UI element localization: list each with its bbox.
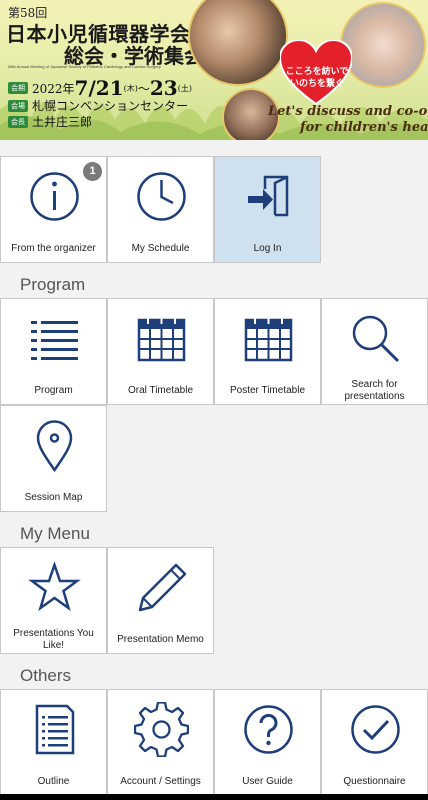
slogan-line1: Let's discuss and co-operate: [268, 104, 428, 119]
document-icon: [35, 704, 75, 755]
oral-timetable-tile[interactable]: Oral Timetable: [107, 298, 214, 405]
president-name: 土井庄三郎: [32, 115, 93, 129]
president-tag: 会長: [8, 115, 28, 128]
date-end-dow: (土): [177, 83, 192, 93]
list-icon: [31, 321, 78, 360]
map-pin-icon: [36, 420, 73, 473]
tile-label: Presentation Memo: [117, 634, 204, 645]
outline-tile[interactable]: Outline: [0, 689, 107, 796]
president-row: 会長 土井庄三郎: [8, 113, 92, 130]
calendar-icon: [137, 316, 186, 362]
section-heading-others: Others: [20, 666, 72, 685]
tile-label: Account / Settings: [120, 776, 201, 787]
slogan-line2: for children's heart: [300, 120, 428, 135]
tile-label: Session Map: [24, 492, 83, 503]
date-start-dow: (木): [123, 83, 138, 93]
help-icon: [244, 705, 293, 754]
heart-message: こころを紡いで いのちを繋ぐ: [282, 66, 352, 90]
notification-badge: 1: [83, 162, 102, 181]
log-in-tile[interactable]: Log In: [214, 156, 321, 263]
from-the-organizer-tile[interactable]: 1 From the organizer: [0, 156, 107, 263]
user-guide-tile[interactable]: User Guide: [214, 689, 321, 796]
tile-label: User Guide: [242, 776, 293, 787]
heart-message-line1: こころを紡いで: [285, 67, 349, 77]
venue-tag: 会場: [8, 99, 28, 112]
calendar-icon: [244, 316, 293, 362]
date-separator: ～: [137, 81, 150, 96]
tile-label: My Schedule: [131, 243, 190, 254]
program-tile[interactable]: Program: [0, 298, 107, 405]
presentations-you-like-tile[interactable]: Presentations You Like!: [0, 547, 107, 654]
login-icon: [248, 175, 289, 217]
my-schedule-tile[interactable]: My Schedule: [107, 156, 214, 263]
system-navigation-bar: [0, 794, 428, 800]
account-settings-tile[interactable]: Account / Settings: [107, 689, 214, 796]
tile-label: Log In: [253, 243, 282, 254]
gear-icon: [134, 702, 189, 757]
tile-label: Poster Timetable: [229, 385, 306, 396]
tile-label: Presentations You Like!: [13, 628, 94, 651]
tile-label: Outline: [37, 776, 70, 787]
clock-icon: [137, 172, 186, 221]
section-heading-program: Program: [20, 275, 86, 294]
conference-banner: 第58回 日本小児循環器学会 総会・学術集会 58th Annual Meeti…: [0, 0, 428, 140]
search-presentations-tile[interactable]: Search for presentations: [321, 298, 428, 405]
venue-row: 会場 札幌コンベンションセンター: [8, 97, 188, 114]
heart-message-line2: いのちを繋ぐ: [289, 79, 344, 89]
session-map-tile[interactable]: Session Map: [0, 405, 107, 512]
venue-name: 札幌コンベンションセンター: [32, 99, 189, 113]
tile-label: Search for presentations: [344, 379, 405, 402]
conference-title-english: 58th Annual Meeting of Japanese Society …: [8, 64, 161, 69]
pencil-icon: [138, 563, 187, 612]
tile-label: Oral Timetable: [127, 385, 194, 396]
presentation-memo-tile[interactable]: Presentation Memo: [107, 547, 214, 654]
tile-label: Program: [34, 385, 73, 396]
baby-photo: [340, 2, 426, 88]
date-tag: 会期: [8, 82, 28, 94]
tile-label: From the organizer: [11, 243, 96, 254]
date-year: 2022年: [32, 81, 75, 96]
questionnaire-tile[interactable]: Questionnaire: [321, 689, 428, 796]
tile-label: Questionnaire: [343, 776, 406, 787]
section-heading-my-menu: My Menu: [20, 524, 90, 543]
star-icon: [28, 561, 81, 612]
poster-timetable-tile[interactable]: Poster Timetable: [214, 298, 321, 405]
info-icon: [30, 172, 79, 221]
family-photo: [188, 0, 288, 86]
check-circle-icon: [351, 705, 400, 754]
search-icon: [352, 315, 400, 363]
